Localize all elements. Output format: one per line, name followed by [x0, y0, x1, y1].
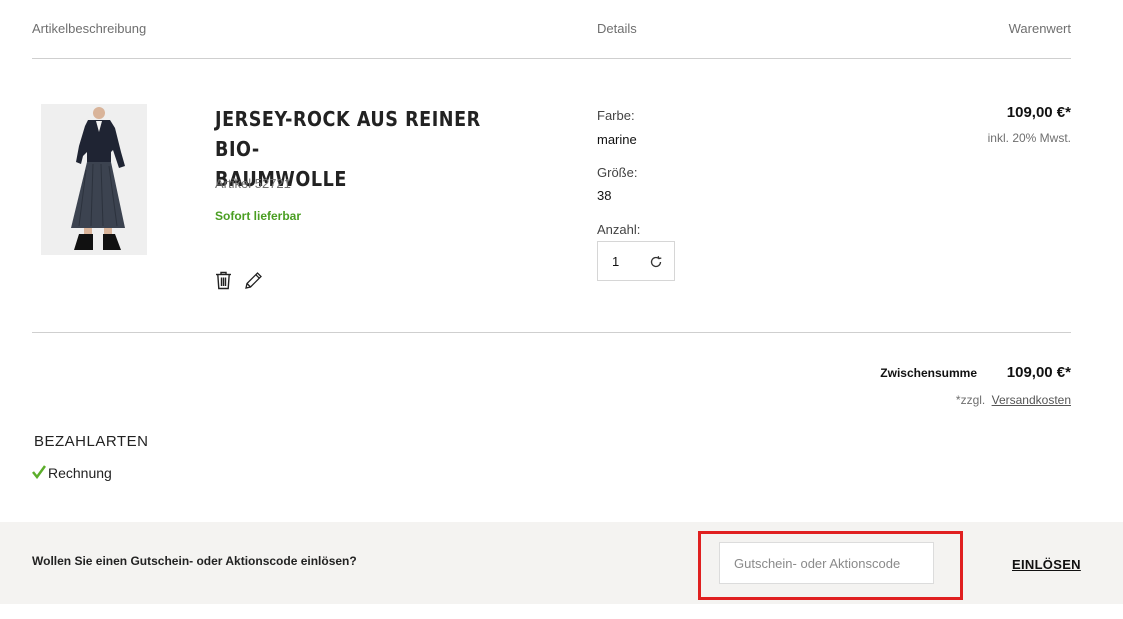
quantity-label: Anzahl:	[597, 222, 641, 237]
availability-status: Sofort lieferbar	[215, 209, 302, 223]
column-header-value: Warenwert	[1008, 21, 1071, 36]
article-number: Artikel 52721	[215, 176, 291, 191]
shipping-note: *zzgl. Versandkosten	[956, 393, 1071, 407]
divider	[32, 58, 1071, 59]
column-header-details: Details	[597, 21, 637, 36]
size-value: 38	[597, 188, 612, 203]
column-header-description: Artikelbeschreibung	[32, 21, 147, 36]
product-image-illustration	[41, 104, 147, 255]
subtotal-value: 109,00 €*	[1006, 364, 1071, 381]
checkmark-icon	[32, 465, 47, 480]
refresh-icon[interactable]	[649, 255, 663, 269]
quantity-value: 1	[612, 254, 620, 269]
subtotal-label: Zwischensumme	[880, 366, 977, 380]
tax-note: inkl. 20% Mwst.	[987, 131, 1071, 145]
quantity-field[interactable]: 1	[597, 241, 675, 281]
pencil-icon[interactable]	[244, 271, 263, 290]
product-image[interactable]	[41, 104, 147, 255]
divider	[32, 332, 1071, 333]
highlight-box	[698, 531, 963, 600]
payment-methods-heading: BEZAHLARTEN	[34, 433, 149, 450]
trash-icon[interactable]	[215, 271, 232, 290]
color-label: Farbe:	[597, 108, 635, 123]
item-price: 109,00 €*	[1006, 104, 1071, 121]
product-title-line: JERSEY-ROCK AUS REINER BIO-	[215, 107, 481, 161]
color-value: marine	[597, 132, 637, 147]
redeem-button[interactable]: EINLÖSEN	[1012, 557, 1081, 572]
shipping-prefix: *zzgl.	[955, 393, 986, 407]
payment-method-invoice: Rechnung	[48, 465, 112, 481]
voucher-question: Wollen Sie einen Gutschein- oder Aktions…	[32, 554, 357, 568]
size-label: Größe:	[597, 165, 638, 180]
shipping-costs-link[interactable]: Versandkosten	[992, 393, 1071, 407]
